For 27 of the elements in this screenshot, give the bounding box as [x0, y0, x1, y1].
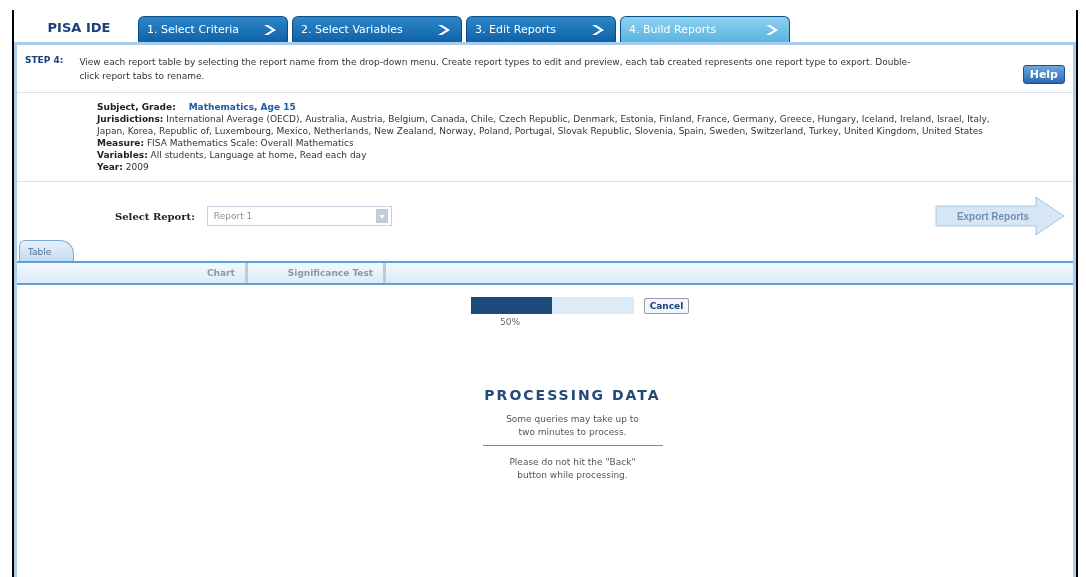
criteria-line: Variables: All students, Language at home, Read each day	[97, 149, 368, 161]
criteria-line: Measure: FISA Mathematics Scale: Overall Mathematics	[97, 137, 355, 149]
chevron-icon	[765, 23, 779, 36]
help-button[interactable]: Help	[1022, 65, 1065, 84]
progress-reading: 50%	[500, 317, 520, 327]
chevron-icon	[437, 23, 451, 36]
select-report-label: Select Report:	[115, 210, 195, 222]
processing-warning: Please do not hit the "Back" button while processing.	[508, 456, 637, 482]
criteria-line: Jurisdictions: International Average (OECD), Australia, Austria, Belgium, Canada, Chile, Czech Republic, Denmark, Estonia, Finland, France, Germany, Greece, Hungary, Iceland, Ireland, Israel, Italy, Japan, Korea, Republic of, Luxembourg, Mexico, Netherlands, New Zealand, Norway, Poland, Portugal, Slovak Republic, Slovenia, Spain, Sweden, Switzerland, Turkey, United Kingdom, United States	[97, 113, 991, 137]
criteria-line: Year: 2009	[97, 161, 150, 173]
processing-title: PROCESSING DATA	[484, 387, 661, 403]
chevron-icon	[263, 23, 277, 36]
chevron-icon	[591, 23, 605, 36]
caret-icon	[375, 209, 388, 223]
cancel-button[interactable]: Cancel	[643, 297, 690, 314]
processing-message: Some queries may take up to two minutes to process.	[505, 413, 640, 439]
view-tab[interactable]: Chart	[167, 263, 248, 283]
step-label: STEP 4:	[25, 55, 64, 65]
app-title: PISA IDE	[46, 20, 112, 37]
step-tab[interactable]: 2. Select Variables	[292, 16, 462, 42]
criteria-line: Subject, Grade: Mathematics, Age 15	[97, 101, 297, 113]
instructions-text: View each report table by selecting the report name from the drop-down menu. Create report types to edit and preview, each tab created represents one report type to export. Double-click report tabs to rename.	[79, 56, 912, 83]
report-tab[interactable]: Table	[19, 240, 75, 261]
step-tab[interactable]: 3. Edit Reports	[466, 16, 616, 42]
step-tab[interactable]: 4. Build Reports	[620, 16, 790, 42]
view-tab[interactable]: Significance Test	[247, 263, 387, 283]
step-tab[interactable]: 1. Select Criteria	[138, 16, 288, 42]
